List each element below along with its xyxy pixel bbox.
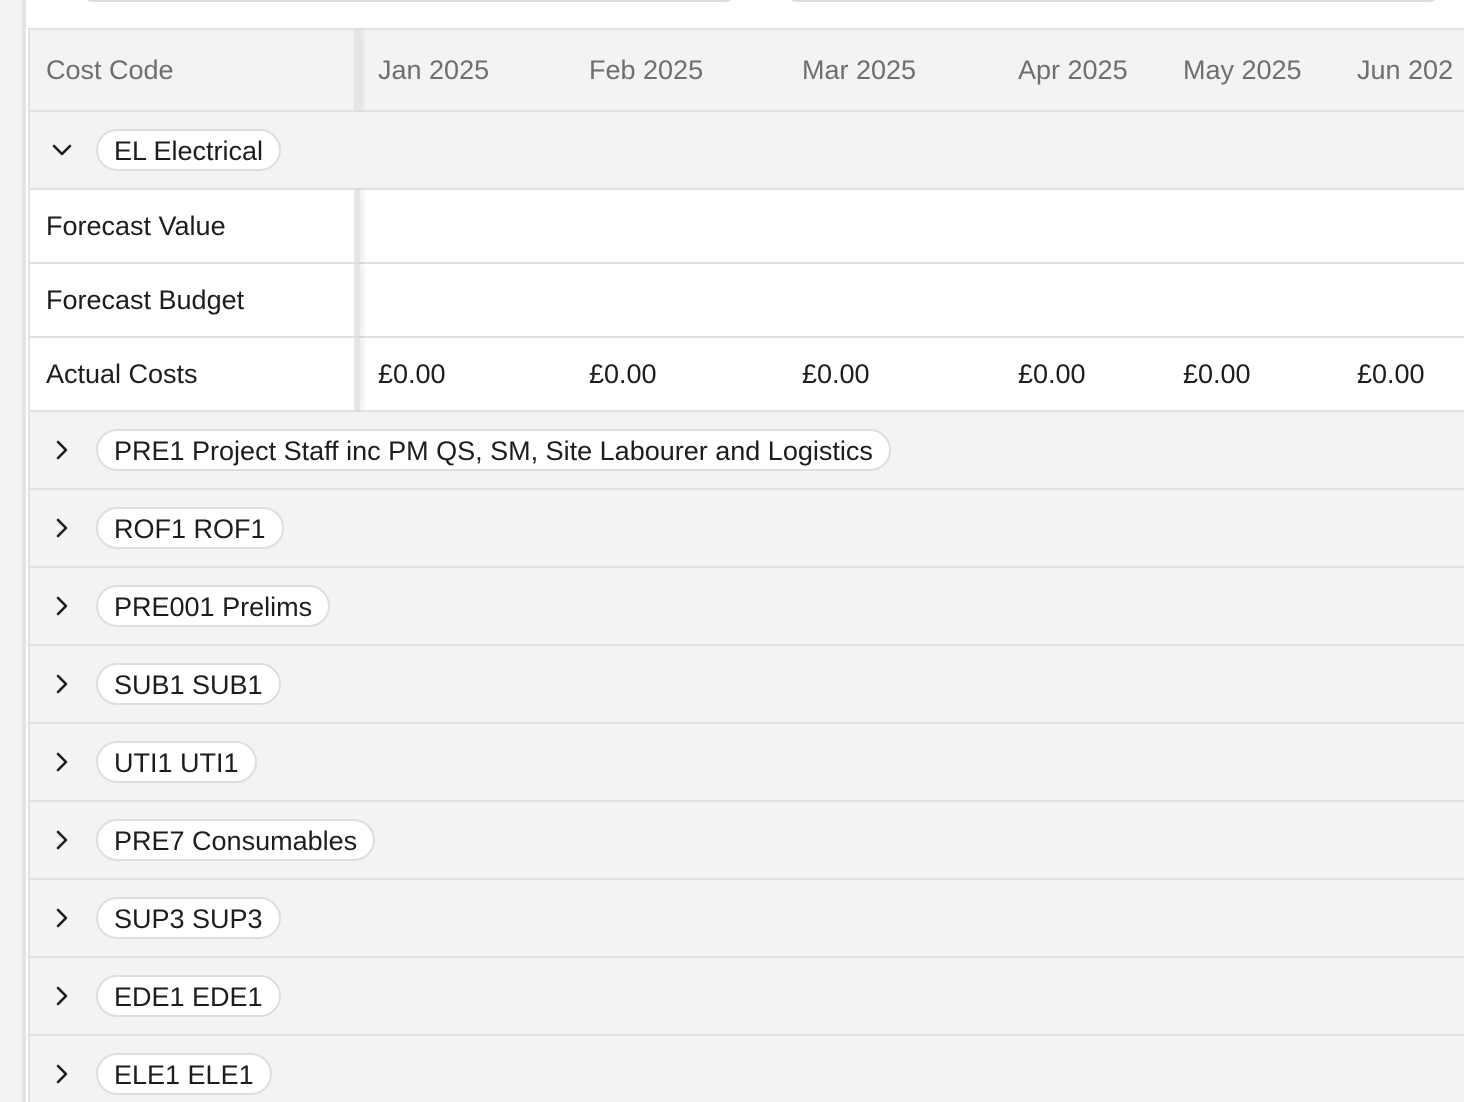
column-divider: [354, 338, 360, 410]
cost-code-pill: EDE1 EDE1: [96, 975, 281, 1017]
cost-code-pill: PRE7 Consumables: [96, 819, 376, 861]
value-cell: £0.00: [1357, 358, 1425, 389]
cost-code-pill: ELE1 ELE1: [96, 1053, 272, 1095]
chevron-right-icon[interactable]: [50, 906, 74, 930]
group-row-collapsed[interactable]: ROF1 ROF1: [30, 490, 1464, 568]
row-label: Forecast Value: [46, 210, 226, 241]
chevron-right-icon[interactable]: [50, 594, 74, 618]
column-divider: [354, 30, 360, 110]
left-rail: [0, 0, 26, 1102]
column-divider: [354, 190, 360, 262]
cost-code-pill: SUP3 SUP3: [96, 897, 281, 939]
chevron-right-icon[interactable]: [50, 750, 74, 774]
filter-bar: [28, 0, 1464, 28]
cost-code-pill: SUB1 SUB1: [96, 663, 281, 705]
filter-field-left[interactable]: [78, 0, 740, 2]
group-row-expanded[interactable]: EL Electrical: [30, 112, 1464, 190]
group-row-collapsed[interactable]: PRE1 Project Staff inc PM QS, SM, Site L…: [30, 412, 1464, 490]
row-label: Forecast Budget: [46, 284, 245, 315]
chevron-right-icon[interactable]: [50, 1062, 74, 1086]
group-row-collapsed[interactable]: ELE1 ELE1: [30, 1036, 1464, 1102]
chevron-right-icon[interactable]: [50, 828, 74, 852]
column-divider: [354, 264, 360, 336]
group-row-collapsed[interactable]: PRE7 Consumables: [30, 802, 1464, 880]
value-cell: £0.00: [589, 358, 657, 389]
cost-code-pill: ROF1 ROF1: [96, 507, 284, 549]
group-row-collapsed[interactable]: SUB1 SUB1: [30, 646, 1464, 724]
filter-field-right[interactable]: [782, 0, 1444, 2]
header-month: Jun 202: [1357, 54, 1454, 85]
group-row-collapsed[interactable]: EDE1 EDE1: [30, 958, 1464, 1036]
group-row-collapsed[interactable]: UTI1 UTI1: [30, 724, 1464, 802]
table-header-row: Cost Code Jan 2025 Feb 2025 Mar 2025 Apr…: [30, 30, 1464, 112]
cost-code-pill: UTI1 UTI1: [96, 741, 257, 783]
group-row-collapsed[interactable]: SUP3 SUP3: [30, 880, 1464, 958]
table-row: Forecast Value: [30, 190, 1464, 264]
value-cell: £0.00: [1183, 358, 1251, 389]
table-row: Actual Costs £0.00 £0.00 £0.00 £0.00 £0.…: [30, 338, 1464, 412]
header-month: Apr 2025: [1018, 54, 1128, 85]
cost-code-pill: PRE001 Prelims: [96, 585, 331, 627]
header-cost-code: Cost Code: [46, 54, 174, 85]
chevron-right-icon[interactable]: [50, 516, 74, 540]
chevron-right-icon[interactable]: [50, 438, 74, 462]
cost-code-pill: EL Electrical: [96, 129, 282, 171]
value-cell: £0.00: [1018, 358, 1086, 389]
cost-code-pill: PRE1 Project Staff inc PM QS, SM, Site L…: [96, 429, 891, 471]
header-month: May 2025: [1183, 54, 1302, 85]
chevron-right-icon[interactable]: [50, 672, 74, 696]
group-row-collapsed[interactable]: PRE001 Prelims: [30, 568, 1464, 646]
cost-forecast-page: Cost Code Jan 2025 Feb 2025 Mar 2025 Apr…: [0, 0, 1464, 1102]
header-month: Feb 2025: [589, 54, 704, 85]
value-cell: £0.00: [378, 358, 446, 389]
chevron-down-icon[interactable]: [50, 138, 74, 162]
header-month: Mar 2025: [802, 54, 917, 85]
value-cell: £0.00: [802, 358, 870, 389]
header-month: Jan 2025: [378, 54, 490, 85]
table-row: Forecast Budget: [30, 264, 1464, 338]
cost-code-table: Cost Code Jan 2025 Feb 2025 Mar 2025 Apr…: [28, 28, 1464, 1102]
chevron-right-icon[interactable]: [50, 984, 74, 1008]
row-label: Actual Costs: [46, 358, 198, 389]
